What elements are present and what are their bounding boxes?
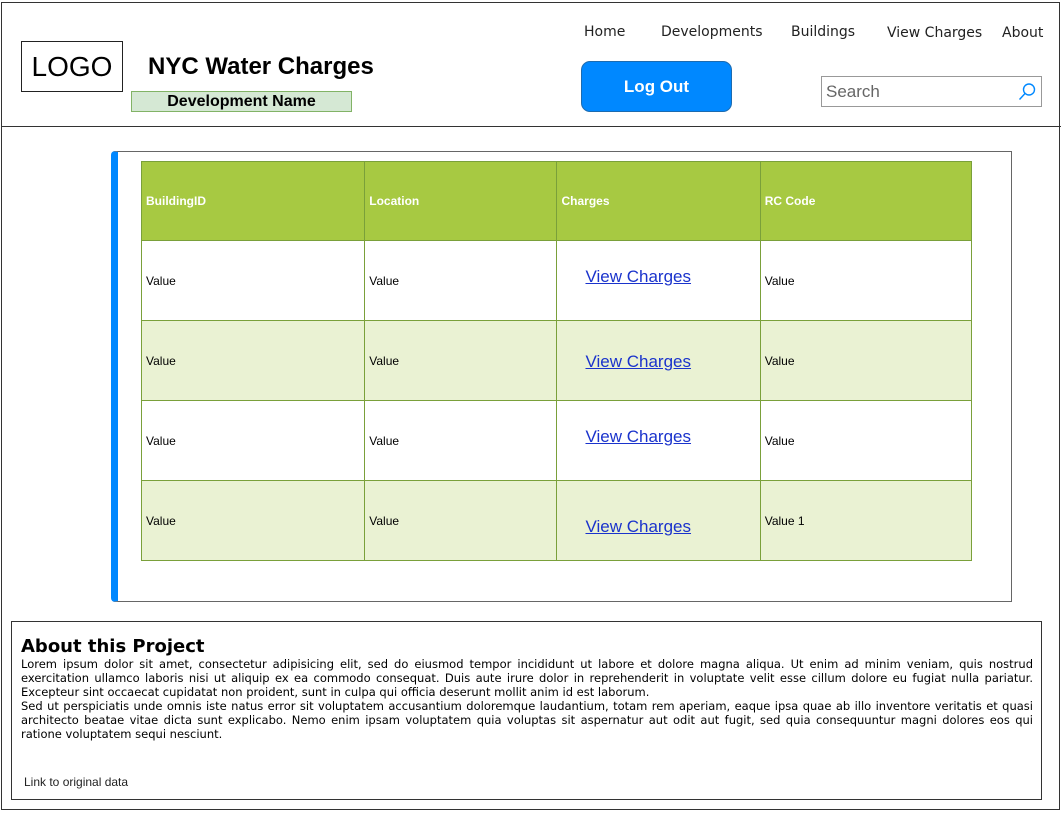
- nav-developments[interactable]: Developments: [661, 24, 763, 40]
- table-header-row: BuildingID Location Charges RC Code: [140, 161, 973, 241]
- view-charges-link[interactable]: View Charges: [585, 427, 691, 446]
- location-cell: Value: [364, 400, 558, 481]
- rc-code-cell: Value: [759, 400, 973, 481]
- nav-view-charges[interactable]: View Charges: [887, 25, 982, 41]
- header-divider: [1, 126, 1061, 127]
- rc-code-cell: Value: [759, 240, 973, 321]
- view-charges-link[interactable]: View Charges: [585, 352, 691, 371]
- location-cell: Value: [364, 480, 558, 561]
- charges-cell: View Charges: [556, 400, 761, 481]
- original-data-link[interactable]: Link to original data: [24, 775, 128, 789]
- location-cell: Value: [364, 240, 558, 321]
- column-header-building-id[interactable]: BuildingID: [140, 161, 366, 241]
- rc-code-cell: Value 1: [759, 480, 973, 561]
- table-row: Value Value View Charges Value: [140, 240, 973, 321]
- nav-about[interactable]: About: [1002, 25, 1043, 41]
- location-cell: Value: [364, 320, 558, 401]
- column-header-location[interactable]: Location: [364, 161, 558, 241]
- column-header-charges[interactable]: Charges: [556, 161, 761, 241]
- logout-button[interactable]: Log Out: [581, 61, 732, 112]
- column-header-rc-code[interactable]: RC Code: [759, 161, 973, 241]
- buildings-table: BuildingID Location Charges RC Code Valu…: [140, 161, 973, 561]
- about-title: About this Project: [21, 636, 205, 657]
- search-icon[interactable]: [1017, 82, 1037, 102]
- building-id-cell: Value: [140, 320, 366, 401]
- site-title: NYC Water Charges: [148, 53, 374, 80]
- nav-home[interactable]: Home: [584, 24, 625, 40]
- logo[interactable]: LOGO: [21, 41, 123, 92]
- search-input[interactable]: [826, 81, 1011, 103]
- table-row: Value Value View Charges Value: [140, 320, 973, 401]
- about-paragraph: Lorem ipsum dolor sit amet, consectetur …: [21, 657, 1033, 699]
- rc-code-cell: Value: [759, 320, 973, 401]
- search-box: [821, 76, 1042, 107]
- charges-cell: View Charges: [556, 320, 761, 401]
- charges-cell: View Charges: [556, 240, 761, 321]
- view-charges-link[interactable]: View Charges: [585, 267, 691, 286]
- table-row: Value Value View Charges Value: [140, 400, 973, 481]
- about-paragraph: Sed ut perspiciatis unde omnis iste natu…: [21, 699, 1033, 741]
- building-id-cell: Value: [140, 480, 366, 561]
- view-charges-link[interactable]: View Charges: [585, 517, 691, 536]
- table-row: Value Value View Charges Value 1: [140, 480, 973, 561]
- development-name-label: Development Name: [131, 91, 352, 112]
- about-section: About this Project Lorem ipsum dolor sit…: [11, 621, 1042, 800]
- charges-cell: View Charges: [556, 480, 761, 561]
- building-id-cell: Value: [140, 400, 366, 481]
- nav-buildings[interactable]: Buildings: [791, 24, 855, 40]
- building-id-cell: Value: [140, 240, 366, 321]
